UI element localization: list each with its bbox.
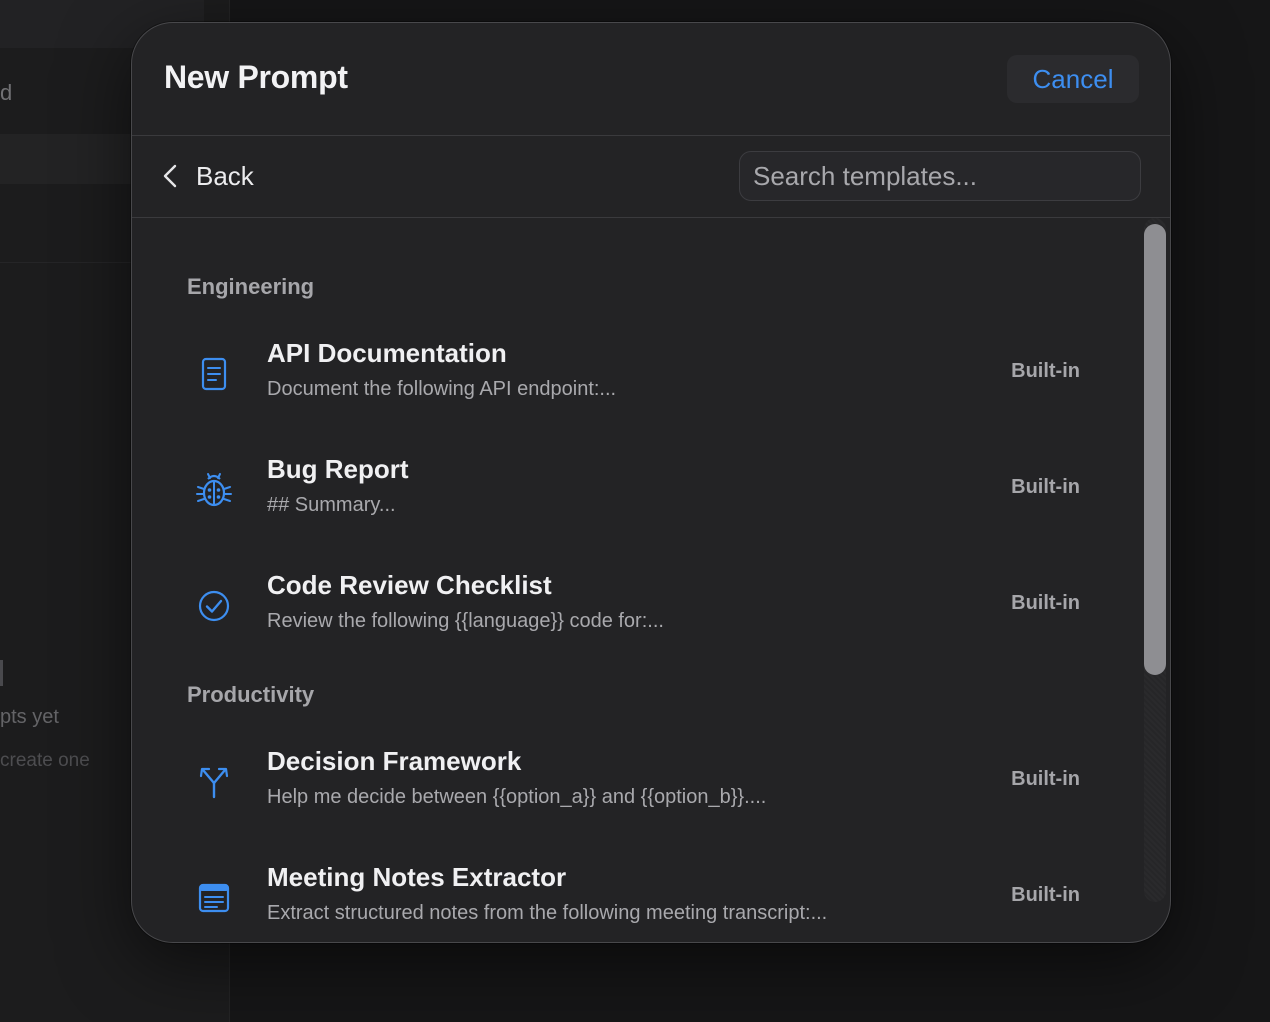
built-in-badge: Built-in [1011,476,1080,498]
back-button[interactable]: Back [162,156,254,196]
new-prompt-modal: New Prompt Cancel Back Engineering [131,22,1171,943]
chevron-left-icon [162,163,178,189]
template-description: Help me decide between {{option_a}} and … [267,786,767,808]
template-title: Code Review Checklist [267,570,552,600]
built-in-badge: Built-in [1011,768,1080,790]
template-list[interactable]: Engineering API Documentation Document t… [132,218,1170,942]
section-header-engineering: Engineering [187,274,315,299]
template-description: ## Summary... [267,494,396,516]
template-row-decision-framework[interactable]: Decision Framework Help me decide betwee… [162,730,1122,834]
branch-icon [194,730,234,834]
template-title: Decision Framework [267,746,522,776]
template-title: Bug Report [267,454,409,484]
back-label: Back [196,160,254,191]
built-in-badge: Built-in [1011,884,1080,906]
cancel-button[interactable]: Cancel [1007,55,1139,103]
built-in-badge: Built-in [1011,592,1080,614]
modal-header: New Prompt Cancel [132,23,1170,136]
search-templates-input[interactable] [739,151,1141,201]
checkmark-circle-icon [194,554,234,658]
template-description: Review the following {{language}} code f… [267,610,664,632]
section-header-productivity: Productivity [187,682,315,707]
built-in-badge: Built-in [1011,360,1080,382]
template-title: Meeting Notes Extractor [267,862,567,892]
template-row-code-review-checklist[interactable]: Code Review Checklist Review the followi… [162,554,1122,658]
template-title: API Documentation [267,338,507,368]
scrollbar-thumb[interactable] [1144,224,1166,675]
template-row-meeting-notes-extractor[interactable]: Meeting Notes Extractor Extract structur… [162,846,1122,942]
notes-window-icon [194,846,234,942]
template-toolbar: Back [132,136,1170,218]
template-description: Extract structured notes from the follow… [267,902,828,924]
bug-icon [194,438,234,542]
template-row-bug-report[interactable]: Bug Report ## Summary... Built-in [162,438,1122,542]
template-row-api-documentation[interactable]: API Documentation Document the following… [162,322,1122,426]
document-icon [194,322,234,426]
template-description: Document the following API endpoint:... [267,378,617,400]
modal-title: New Prompt [164,59,348,95]
